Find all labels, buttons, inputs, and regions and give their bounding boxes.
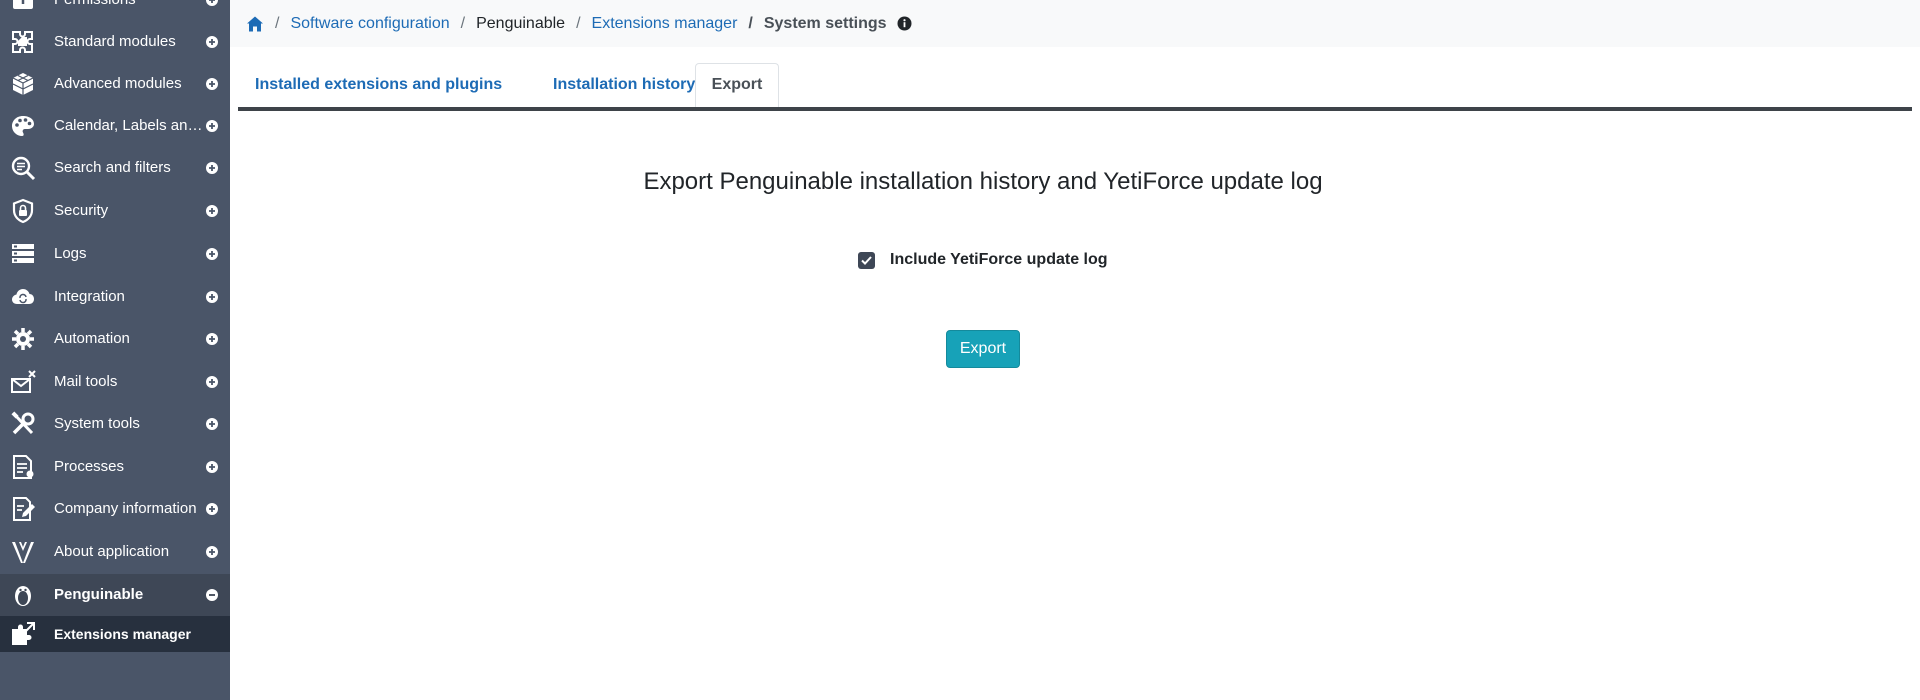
sidebar-item-company-information[interactable]: Company information: [0, 488, 230, 530]
sidebar-item-label: Integration: [54, 288, 125, 305]
include-log-checkbox[interactable]: [858, 251, 875, 269]
plus-circle-icon[interactable]: [206, 162, 218, 174]
shield-lock-icon: [12, 198, 34, 224]
plus-circle-icon[interactable]: [206, 376, 218, 388]
breadcrumb-extensions-manager[interactable]: Extensions manager: [592, 15, 738, 33]
server-icon: [12, 244, 34, 263]
breadcrumb-system-settings: System settings: [763, 14, 887, 32]
sidebar-subitem-extensions-manager[interactable]: Extensions manager: [0, 616, 230, 652]
export-button[interactable]: Export: [946, 330, 1020, 368]
sidebar-item-label: Processes: [54, 458, 125, 475]
breadcrumb-separator: /: [275, 14, 280, 32]
sidebar-item-label: Logs: [54, 245, 87, 262]
permissions-icon: [13, 0, 33, 9]
plus-circle-icon[interactable]: [206, 205, 218, 217]
sidebar-item-automation[interactable]: Automation: [0, 318, 230, 360]
breadcrumb-penguinable: Penguinable: [476, 14, 566, 32]
puzzle-icon: [12, 31, 33, 53]
include-log-checkbox-row[interactable]: Include YetiForce update log: [858, 249, 1108, 271]
sidebar-item-label: Permissions: [54, 0, 136, 21]
sidebar-item-calendar-labels[interactable]: Calendar, Labels and colors: [0, 105, 230, 147]
sidebar-item-security[interactable]: Security: [0, 190, 230, 232]
plus-circle-icon[interactable]: [206, 78, 218, 90]
tab-export[interactable]: Export: [695, 63, 779, 107]
breadcrumb-software-configuration[interactable]: Software configuration: [290, 15, 449, 33]
breadcrumb: / Software configuration / Penguinable /…: [246, 0, 912, 47]
check-icon: [861, 255, 872, 265]
breadcrumb-bar: / Software configuration / Penguinable /…: [230, 0, 1920, 47]
sidebar-item-integration[interactable]: Integration: [0, 276, 230, 318]
penguin-icon: [15, 586, 31, 606]
sidebar-item-about-application[interactable]: About application: [0, 531, 230, 573]
sidebar-item-label: System tools: [54, 415, 140, 432]
sidebar-item-logs[interactable]: Logs: [0, 233, 230, 275]
sidebar-item-advanced-modules[interactable]: Advanced modules: [0, 63, 230, 105]
sidebar-item-label: Advanced modules: [54, 75, 182, 92]
plus-circle-icon[interactable]: [206, 291, 218, 303]
extensions-icon: [12, 622, 35, 645]
plus-circle-icon[interactable]: [206, 418, 218, 430]
plus-circle-icon[interactable]: [206, 0, 218, 6]
sidebar-item-label: About application: [54, 543, 170, 560]
palette-icon: [12, 116, 34, 136]
sidebar-item-processes[interactable]: Processes: [0, 446, 230, 488]
sidebar-item-permissions[interactable]: Permissions: [0, 0, 230, 21]
sidebar-item-penguinable[interactable]: Penguinable: [0, 574, 230, 616]
plus-circle-icon[interactable]: [206, 546, 218, 558]
breadcrumb-separator: /: [748, 14, 753, 32]
minus-circle-icon[interactable]: [206, 589, 218, 601]
breadcrumb-separator: /: [460, 14, 466, 32]
plus-circle-icon[interactable]: [206, 120, 218, 132]
cube-icon: [12, 73, 34, 95]
sidebar: Permissions Standard modules Advanced: [0, 0, 230, 700]
sidebar-item-label: Automation: [54, 330, 130, 347]
sidebar-item-label: Company information: [54, 500, 197, 517]
sidebar-item-label: Search and filters: [54, 159, 171, 176]
home-icon[interactable]: [246, 15, 264, 33]
sidebar-item-label: Standard modules: [54, 33, 176, 50]
sidebar-item-label: Calendar, Labels and colors: [54, 117, 204, 134]
plus-circle-icon[interactable]: [206, 333, 218, 345]
gears-icon: [12, 328, 34, 350]
tab-installed-extensions[interactable]: Installed extensions and plugins: [238, 63, 519, 107]
sidebar-item-label: Mail tools: [54, 373, 118, 390]
tab-bar: Installed extensions and plugins Install…: [238, 63, 1912, 111]
plus-circle-icon[interactable]: [206, 461, 218, 473]
plus-circle-icon[interactable]: [206, 36, 218, 48]
sidebar-item-system-tools[interactable]: System tools: [0, 403, 230, 445]
tab-installation-history[interactable]: Installation history: [536, 63, 712, 107]
plus-circle-icon[interactable]: [206, 248, 218, 260]
plus-circle-icon[interactable]: [206, 503, 218, 515]
info-icon[interactable]: [897, 16, 912, 31]
app-root: Permissions Standard modules Advanced: [0, 0, 1920, 700]
sidebar-item-search-filters[interactable]: Search and filters: [0, 147, 230, 189]
search-filter-icon: [11, 156, 36, 181]
sidebar-item-standard-modules[interactable]: Standard modules: [0, 21, 230, 63]
sidebar-subitem-label: Extensions manager: [54, 626, 191, 642]
breadcrumb-separator: /: [576, 14, 581, 32]
include-log-label[interactable]: Include YetiForce update log: [890, 251, 1108, 269]
yetiforce-logo-icon: [12, 542, 34, 563]
export-title: Export Penguinable installation history …: [643, 168, 1323, 195]
edit-document-icon: [13, 497, 35, 521]
mail-settings-icon: [11, 370, 36, 393]
sidebar-item-label: Security: [54, 202, 109, 219]
sidebar-item-label: Penguinable: [54, 586, 144, 603]
process-document-icon: [13, 455, 34, 479]
tools-icon: [11, 411, 35, 435]
sidebar-item-mail-tools[interactable]: Mail tools: [0, 361, 230, 403]
cloud-sync-icon: [12, 289, 34, 304]
